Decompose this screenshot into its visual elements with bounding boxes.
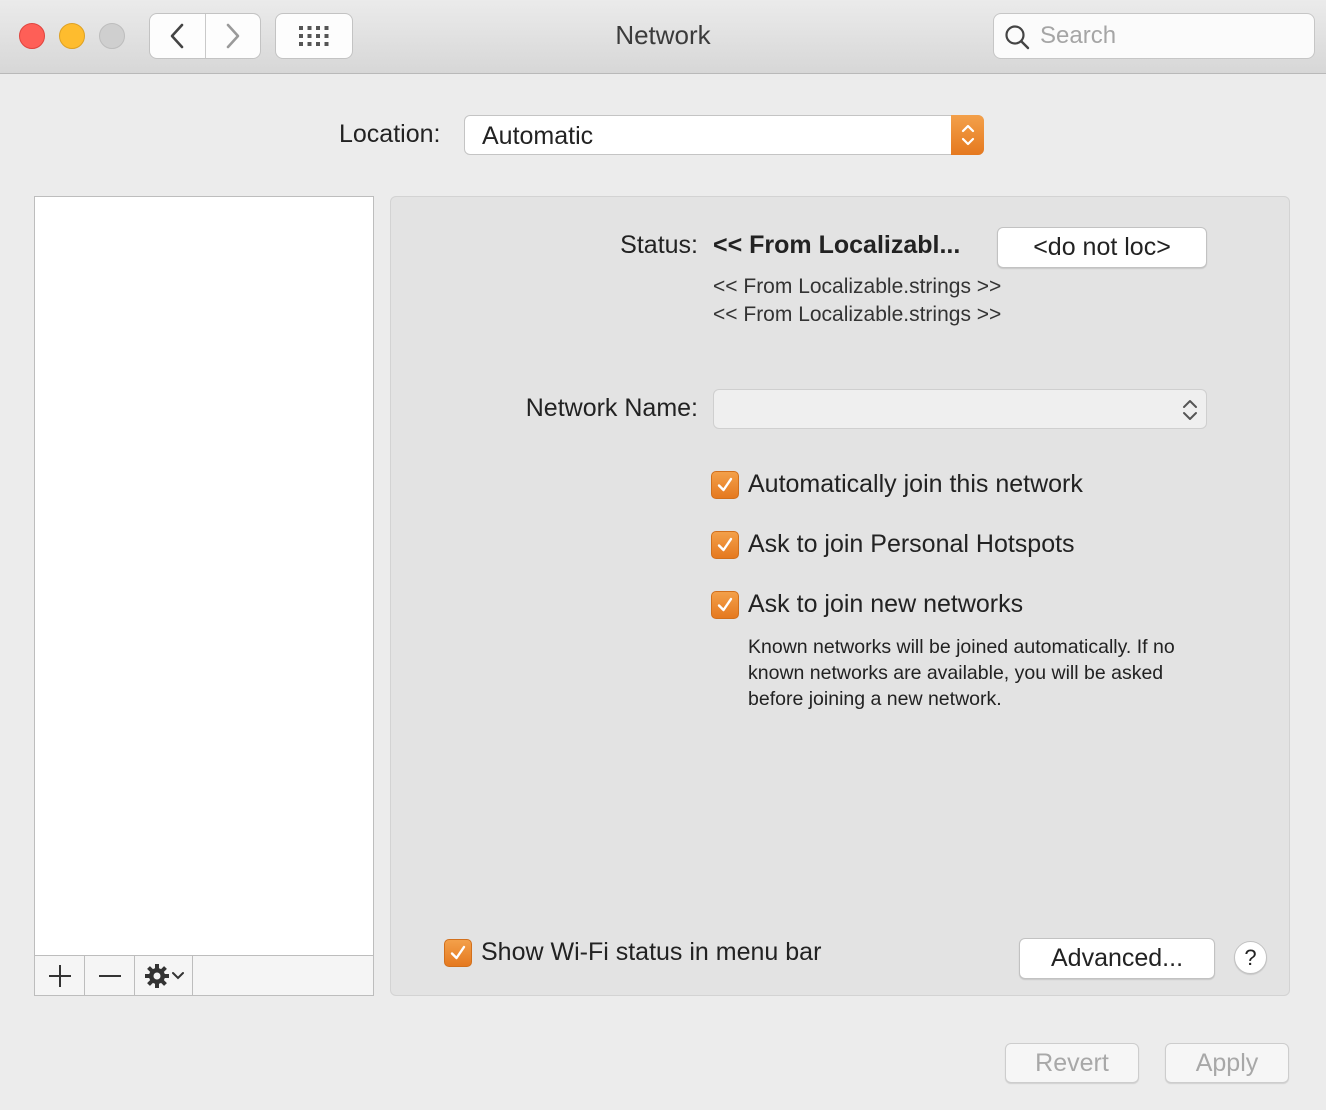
detail-panel: Status: << From Localizabl... <do not lo… — [390, 196, 1290, 996]
advanced-button[interactable]: Advanced... — [1019, 938, 1215, 979]
help-button[interactable]: ? — [1234, 941, 1267, 974]
location-value: Automatic — [482, 122, 594, 150]
checkmark-icon — [711, 470, 739, 499]
apply-button[interactable]: Apply — [1165, 1043, 1289, 1083]
status-detail-line-2: << From Localizable.strings >> — [713, 303, 1002, 326]
up-down-arrows-icon — [951, 115, 984, 155]
network-name-select[interactable] — [713, 389, 1207, 429]
checkmark-icon — [711, 530, 739, 559]
up-down-arrows-icon — [1183, 400, 1197, 420]
network-name-label: Network Name: — [525, 394, 698, 422]
search-icon — [1005, 25, 1030, 50]
show-wifi-status-checkbox[interactable]: Show Wi-Fi status in menu bar — [444, 938, 821, 967]
revert-button[interactable]: Revert — [1005, 1043, 1139, 1083]
ask-hotspots-checkbox[interactable]: Ask to join Personal Hotspots — [711, 530, 1075, 559]
checkmark-icon — [444, 938, 472, 967]
minus-icon — [98, 974, 121, 977]
auto-join-label: Automatically join this network — [748, 470, 1083, 498]
remove-service-button[interactable] — [85, 956, 135, 995]
plus-icon — [48, 964, 71, 987]
status-detail-line-1: << From Localizable.strings >> — [713, 275, 1002, 298]
action-menu-button[interactable] — [135, 956, 193, 995]
ask-new-networks-label: Ask to join new networks — [748, 590, 1024, 618]
show-wifi-status-label: Show Wi-Fi status in menu bar — [481, 938, 822, 966]
gear-icon — [144, 963, 169, 988]
chevron-down-icon — [171, 971, 184, 979]
location-select[interactable]: Automatic — [464, 115, 984, 155]
search-field[interactable] — [993, 13, 1315, 59]
service-list[interactable] — [34, 196, 374, 996]
status-action-button[interactable]: <do not loc> — [997, 227, 1207, 268]
checkmark-icon — [711, 590, 739, 619]
ask-new-networks-checkbox[interactable]: Ask to join new networks — [711, 590, 1023, 619]
ask-hotspots-label: Ask to join Personal Hotspots — [748, 530, 1075, 558]
ask-new-networks-hint: Known networks will be joined automatica… — [748, 636, 1175, 710]
location-label: Location: — [339, 120, 441, 148]
status-value: << From Localizabl... — [713, 231, 961, 259]
service-list-toolbar — [35, 955, 373, 995]
status-label: Status: — [620, 231, 698, 259]
title-bar: Network — [0, 0, 1326, 74]
add-service-button[interactable] — [35, 956, 85, 995]
auto-join-checkbox[interactable]: Automatically join this network — [711, 470, 1083, 499]
search-input[interactable] — [1040, 20, 1300, 52]
